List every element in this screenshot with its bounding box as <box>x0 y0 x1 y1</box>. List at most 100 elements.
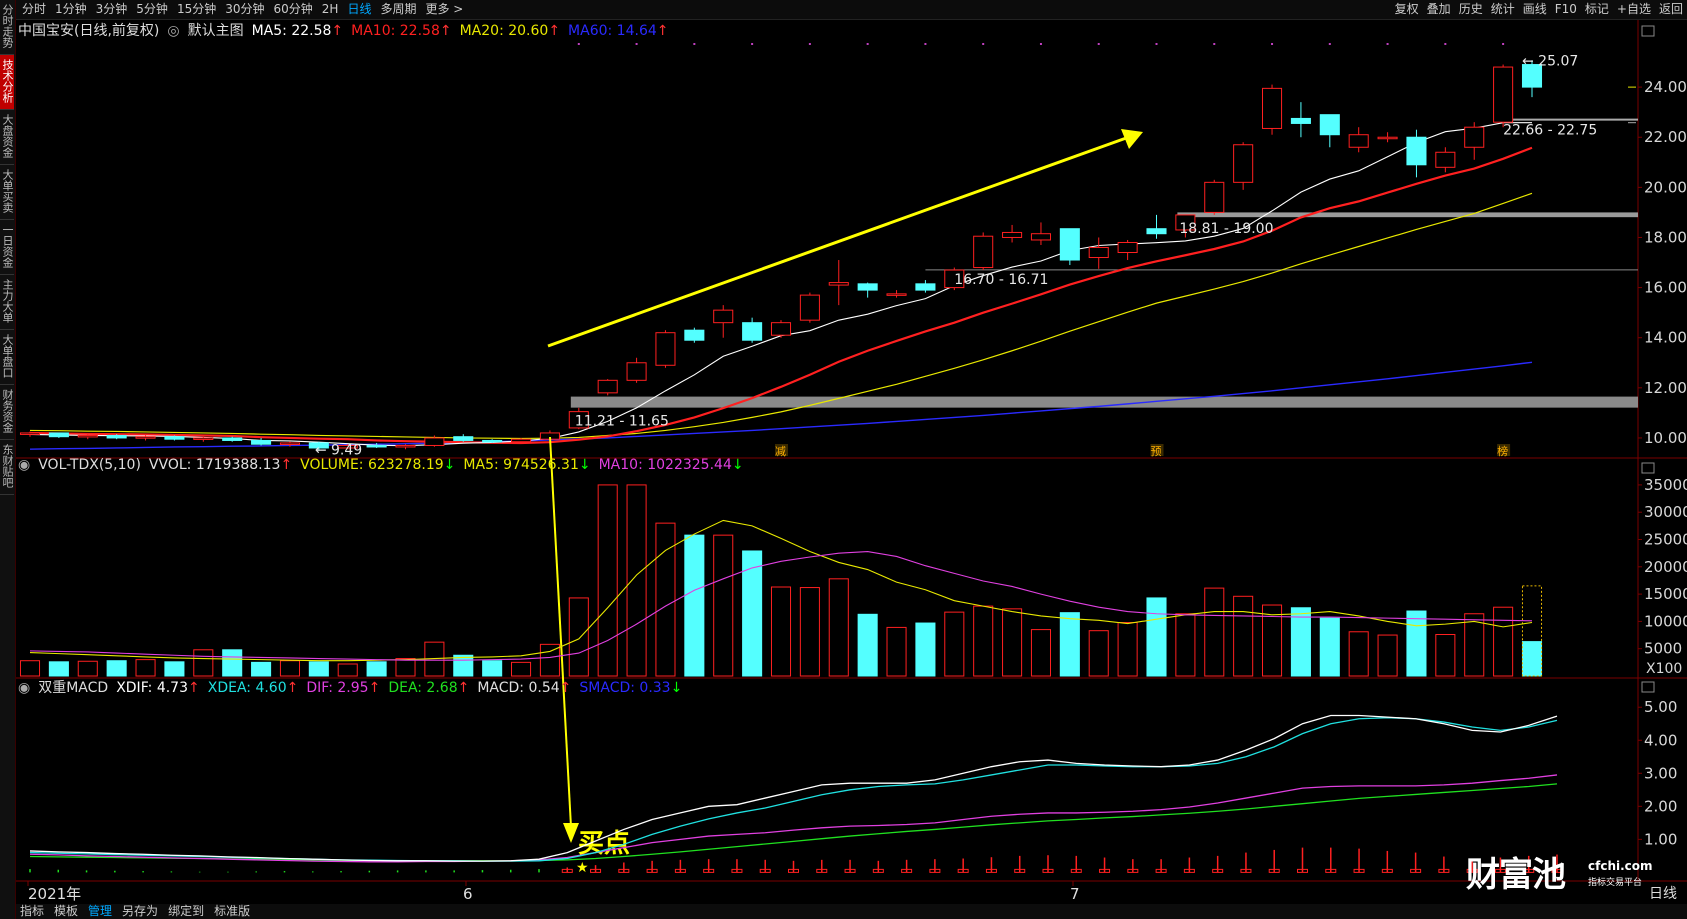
volume-bar-37 <box>1088 630 1109 677</box>
event-dot-31 <box>924 43 927 45</box>
event-dot-51 <box>1502 43 1505 45</box>
candle-body-24 <box>713 309 734 324</box>
volume-bar-20 <box>597 484 618 677</box>
volume-bar-28 <box>828 578 849 677</box>
candle-body-31 <box>915 283 936 291</box>
volume-bar-6 <box>193 649 214 677</box>
volume-bar-15 <box>453 654 474 677</box>
main_legend-item-1: MA10: 22.58↑ <box>351 23 451 39</box>
volume-bar-48 <box>1406 610 1427 677</box>
volume-bar-4 <box>135 659 156 677</box>
macd_legend-item-arrow-3: ↑ <box>457 680 470 696</box>
vol_legend-item-arrow-2: ↓ <box>578 457 591 473</box>
candle-body-30 <box>886 293 907 296</box>
x-label-july: 7 <box>1070 885 1080 903</box>
macd-legend: ◉ 双重MACD XDIF: 4.73↑ XDEA: 4.60↑ DIF: 2.95↑ D… <box>18 677 698 697</box>
candle-body-1 <box>48 432 69 438</box>
volume-bar-39 <box>1146 597 1167 677</box>
vol_legend-item-label-3: MA10: 1022325.44 <box>598 457 732 473</box>
main-legend: 中国宝安(日线,前复权) ◎ 默认主图 MA5: 22.58↑ MA10: 22.58↑… <box>18 20 685 40</box>
macd_legend-item-4: MACD: 0.54↑ <box>477 680 571 696</box>
vol-tick-label-6: 35000 <box>1644 476 1687 494</box>
candle-body-12 <box>366 444 387 448</box>
macd_legend-item-label-2: DIF: 2.95 <box>306 680 369 696</box>
event-dot-43 <box>1271 43 1274 45</box>
volume-bar-35 <box>1030 629 1051 677</box>
volume-bar-42 <box>1233 595 1254 677</box>
marker-jian: 减 <box>775 445 786 458</box>
candle-body-25 <box>742 322 763 341</box>
bottom-tab-0[interactable]: 指标 <box>20 904 44 919</box>
volume-bar-38 <box>1117 621 1138 677</box>
volume-bar-2 <box>77 660 98 677</box>
vol_legend-item-arrow-1: ↓ <box>443 457 456 473</box>
marker-yu: 预 <box>1151 445 1162 458</box>
bottom-tab-5[interactable]: 标准版 <box>214 904 250 919</box>
bottom-tab-1[interactable]: 模板 <box>54 904 78 919</box>
candle-body-20 <box>597 379 618 394</box>
main_legend-item-arrow-3: ↑ <box>656 23 669 39</box>
event-dot-21 <box>635 43 638 45</box>
volume-bar-13 <box>395 658 416 677</box>
volume-bar-34 <box>1002 608 1023 677</box>
vol_legend-item-label-0: VVOL: 1719388.13 <box>148 457 281 473</box>
bottom-tab-2[interactable]: 管理 <box>88 904 112 919</box>
bottom-tab-4[interactable]: 绑定到 <box>168 904 204 919</box>
range-label-1: 11.21 - 11.65 <box>575 414 669 430</box>
volume-bar-0 <box>19 660 41 677</box>
volume-bar-7 <box>222 649 243 677</box>
indicator-toolbar: 指标 模板 管理 另存为 绑定到 标准版 <box>16 904 1687 919</box>
candle-body-33 <box>973 235 994 269</box>
bottom-tab-3[interactable]: 另存为 <box>122 904 158 919</box>
candle-body-49 <box>1435 151 1456 168</box>
volume-bar-17 <box>511 661 532 677</box>
vol-tick-label-4: 25000 <box>1644 531 1687 549</box>
price-tick-label-3: 16.00 <box>1644 279 1687 297</box>
main_legend-item-label-1: MA10: 22.58 <box>351 23 440 39</box>
vol_legend-item-3: MA10: 1022325.44↓ <box>599 457 744 473</box>
candle-body-44 <box>1290 117 1311 124</box>
vol-unit-label: X100 <box>1646 661 1682 677</box>
volume-bar-32 <box>944 611 965 677</box>
macd-collapse-icon[interactable]: ◉ <box>18 680 30 696</box>
volume-bar-47 <box>1377 634 1398 677</box>
watermark: 财富池 cfchi.com 指标交易平台 <box>1466 847 1653 896</box>
vol-collapse-icon[interactable]: ◉ <box>18 457 30 473</box>
macd_legend-item-label-3: DEA: 2.68 <box>388 680 458 696</box>
volume-bar-43 <box>1262 604 1283 677</box>
dif-line <box>29 774 1558 863</box>
macd_legend-item-arrow-1: ↑ <box>286 680 299 696</box>
vol_legend-item-arrow-0: ↑ <box>280 457 293 473</box>
macd_legend-item-0: XDIF: 4.73↑ <box>116 680 200 696</box>
marker-bang: 榜 <box>1497 444 1508 458</box>
volume-bar-49 <box>1435 634 1456 677</box>
volume-bar-1 <box>48 661 69 677</box>
volume-bar-29 <box>857 613 878 677</box>
event-dot-23 <box>693 43 696 45</box>
candle-body-22 <box>655 332 676 366</box>
candle-body-13 <box>395 444 416 448</box>
high-label: ← 25.07 <box>1522 53 1578 69</box>
volume-bar-45 <box>1319 617 1340 677</box>
price-tick-label-5: 20.00 <box>1644 178 1687 196</box>
candle-body-6 <box>193 437 214 440</box>
candle-body-3 <box>106 434 127 439</box>
macd_legend-item-label-0: XDIF: 4.73 <box>116 680 188 696</box>
vol-legend-title[interactable]: VOL-TDX(5,10) <box>38 457 141 473</box>
template-dropdown-icon[interactable]: ◎ <box>167 23 179 39</box>
candle-body-47 <box>1377 136 1398 140</box>
xdea-line <box>29 717 1558 862</box>
candle-body-0 <box>19 432 41 435</box>
candle-body-16 <box>482 439 503 443</box>
volume-bar-25 <box>742 550 763 677</box>
macd_legend-item-label-1: XDEA: 4.60 <box>207 680 287 696</box>
candle-body-5 <box>164 436 185 440</box>
candle-body-4 <box>135 436 156 439</box>
main-template-label[interactable]: 默认主图 <box>188 23 244 39</box>
main_legend-item-0: MA5: 22.58↑ <box>252 23 344 39</box>
vol_legend-item-label-1: VOLUME: 623278.19 <box>300 457 444 473</box>
vol-tick-label-2: 15000 <box>1644 585 1687 603</box>
macd-legend-title[interactable]: 双重MACD <box>38 680 108 696</box>
x-label-june: 6 <box>463 885 473 903</box>
volume-bar-36 <box>1059 612 1080 677</box>
